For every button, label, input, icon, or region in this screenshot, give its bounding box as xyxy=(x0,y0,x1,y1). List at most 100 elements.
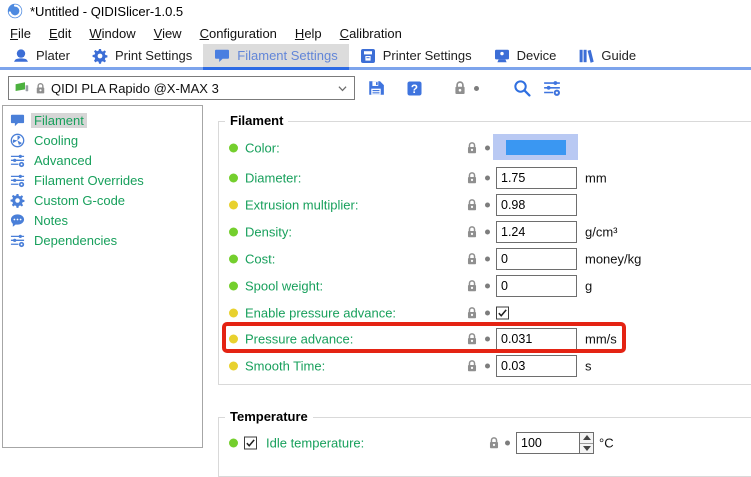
filament-flag-icon xyxy=(14,80,30,96)
gear-icon xyxy=(92,48,108,64)
menu-configuration[interactable]: Configuration xyxy=(191,24,286,43)
sidebar-item-dependencies[interactable]: Dependencies xyxy=(3,230,202,250)
lock-icon[interactable] xyxy=(465,171,479,185)
sidebar-item-label: Cooling xyxy=(31,133,81,148)
unit-label: °C xyxy=(599,436,614,451)
menu-window[interactable]: Window xyxy=(80,24,144,43)
system-value-bullet xyxy=(229,174,238,183)
sidebar-item-filament[interactable]: Filament xyxy=(3,110,202,130)
section-title: Filament xyxy=(225,113,288,128)
setting-label: Extrusion multiplier: xyxy=(245,198,358,213)
sidebar-item-label: Filament Overrides xyxy=(31,173,147,188)
system-value-bullet xyxy=(229,439,238,448)
system-value-bullet xyxy=(229,228,238,237)
sidebar-item-label: Advanced xyxy=(31,153,95,168)
lock-icon[interactable] xyxy=(465,141,479,155)
revert-dot-icon xyxy=(485,230,490,235)
smooth-time-input[interactable] xyxy=(496,355,577,377)
setting-label: Spool weight: xyxy=(245,279,323,294)
unit-label: mm/s xyxy=(585,332,617,347)
lock-icon[interactable] xyxy=(465,359,479,373)
lock-icon[interactable] xyxy=(465,332,479,346)
tab-filament-settings[interactable]: Filament Settings xyxy=(203,44,348,67)
revert-dot-icon xyxy=(485,364,490,369)
diameter-input[interactable] xyxy=(496,167,577,189)
tab-label: Plater xyxy=(36,48,70,63)
filament-bubble-icon xyxy=(214,48,230,64)
revert-dot-icon xyxy=(485,146,490,151)
tab-device[interactable]: Device xyxy=(483,44,568,67)
preset-name: QIDI PLA Rapido @X-MAX 3 xyxy=(51,81,332,96)
plater-icon xyxy=(13,48,29,64)
menu-file[interactable]: File xyxy=(1,24,40,43)
sliders-gear-icon xyxy=(10,153,25,168)
cost-input[interactable] xyxy=(496,248,577,270)
settings-mode-button[interactable] xyxy=(542,78,562,98)
system-value-bullet xyxy=(229,282,238,291)
sidebar-item-label: Notes xyxy=(31,213,71,228)
setting-row-enable-pressure-advance: Enable pressure advance: xyxy=(219,302,751,324)
title-bar: *Untitled - QIDISlicer-1.0.5 xyxy=(0,0,751,22)
setting-label: Density: xyxy=(245,225,292,240)
sidebar-item-cooling[interactable]: Cooling xyxy=(3,130,202,150)
revert-dot-icon xyxy=(485,311,490,316)
lock-icon[interactable] xyxy=(465,225,479,239)
modified-value-bullet xyxy=(229,201,238,210)
temperature-section: Temperature Idle temperature: °C xyxy=(218,417,751,477)
enable-pressure-advance-checkbox[interactable] xyxy=(496,307,509,320)
main-tab-bar: Plater Print Settings Filament Settings … xyxy=(0,44,751,70)
sidebar-item-advanced[interactable]: Advanced xyxy=(3,150,202,170)
sidebar-item-filament-overrides[interactable]: Filament Overrides xyxy=(3,170,202,190)
pressure-advance-input[interactable] xyxy=(496,328,577,350)
save-preset-button[interactable] xyxy=(366,78,386,98)
check-icon xyxy=(245,438,256,449)
qidislicer-logo-icon xyxy=(7,3,23,19)
system-value-bullet xyxy=(229,255,238,264)
density-input[interactable] xyxy=(496,221,577,243)
setting-row-extrusion-multiplier: Extrusion multiplier: xyxy=(219,194,751,216)
tab-guide[interactable]: Guide xyxy=(567,44,647,67)
modified-value-bullet xyxy=(229,335,238,344)
color-swatch-button[interactable] xyxy=(493,134,578,160)
lock-icon[interactable] xyxy=(465,279,479,293)
help-button[interactable] xyxy=(404,78,424,98)
idle-temperature-checkbox[interactable] xyxy=(244,437,257,450)
tab-printer-settings[interactable]: Printer Settings xyxy=(349,44,483,67)
sidebar-item-notes[interactable]: Notes xyxy=(3,210,202,230)
setting-label: Smooth Time: xyxy=(245,359,325,374)
spool-weight-input[interactable] xyxy=(496,275,577,297)
setting-row-color: Color: xyxy=(219,137,751,159)
tab-plater[interactable]: Plater xyxy=(2,44,81,67)
menu-calibration[interactable]: Calibration xyxy=(331,24,411,43)
modified-value-bullet xyxy=(229,309,238,318)
lock-preset-button[interactable] xyxy=(450,78,470,98)
revert-dot-icon xyxy=(485,203,490,208)
tab-label: Guide xyxy=(601,48,636,63)
revert-dot-icon xyxy=(474,86,479,91)
sliders-gear-icon xyxy=(10,173,25,188)
setting-row-smooth-time: Smooth Time: s xyxy=(219,355,751,377)
spin-up-button[interactable] xyxy=(580,433,593,444)
lock-icon xyxy=(452,80,468,96)
lock-icon[interactable] xyxy=(465,198,479,212)
menu-bar: File Edit Window View Configuration Help… xyxy=(0,22,751,44)
menu-view[interactable]: View xyxy=(145,24,191,43)
gear-icon xyxy=(10,193,25,208)
tab-print-settings[interactable]: Print Settings xyxy=(81,44,203,67)
arrow-up-icon xyxy=(583,435,591,440)
window-title: *Untitled - QIDISlicer-1.0.5 xyxy=(30,4,183,19)
system-value-bullet xyxy=(229,144,238,153)
lock-icon[interactable] xyxy=(487,436,501,450)
spin-down-button[interactable] xyxy=(580,444,593,454)
search-button[interactable] xyxy=(512,78,532,98)
sidebar-item-custom-gcode[interactable]: Custom G-code xyxy=(3,190,202,210)
color-swatch xyxy=(506,140,566,155)
menu-edit[interactable]: Edit xyxy=(40,24,80,43)
search-icon xyxy=(513,79,531,97)
lock-icon[interactable] xyxy=(465,252,479,266)
preset-select[interactable]: QIDI PLA Rapido @X-MAX 3 xyxy=(8,76,355,100)
menu-help[interactable]: Help xyxy=(286,24,331,43)
lock-icon[interactable] xyxy=(465,306,479,320)
setting-label: Color: xyxy=(245,141,280,156)
extrusion-multiplier-input[interactable] xyxy=(496,194,577,216)
